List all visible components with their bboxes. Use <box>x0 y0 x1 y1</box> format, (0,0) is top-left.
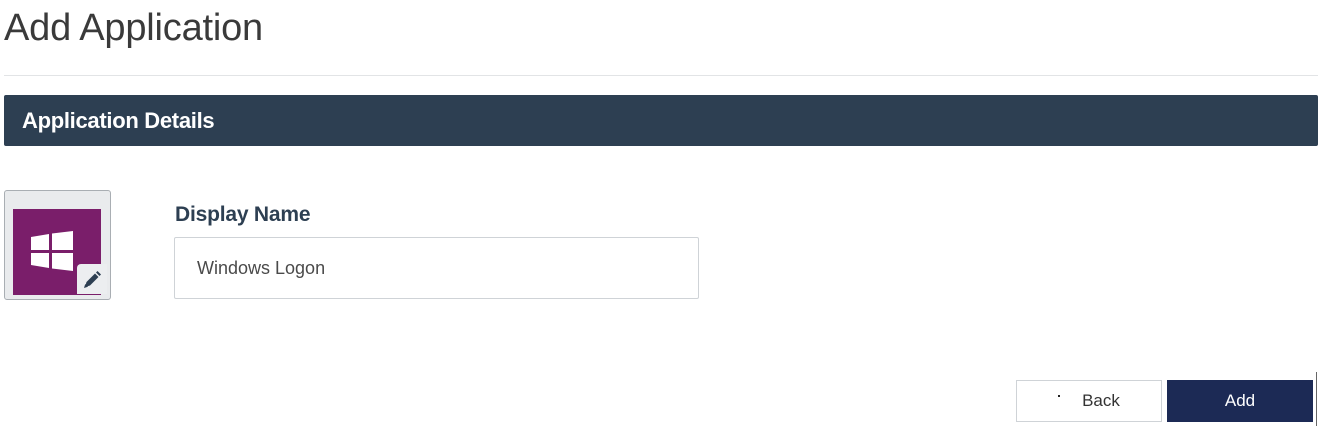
add-button[interactable]: Add <box>1167 380 1313 422</box>
section-title: Application Details <box>22 107 215 133</box>
display-name-label: Display Name <box>175 203 311 226</box>
app-icon-picker[interactable] <box>4 190 111 300</box>
edit-icon-button[interactable] <box>77 264 107 294</box>
windows-logo-icon <box>31 231 73 271</box>
edge-divider <box>1316 372 1317 426</box>
pencil-icon <box>84 271 101 288</box>
display-name-input[interactable] <box>174 237 699 299</box>
back-button-label: Back <box>1082 391 1120 410</box>
page-title: Add Application <box>4 7 263 49</box>
section-header: Application Details <box>4 95 1318 146</box>
add-button-label: Add <box>1224 391 1256 410</box>
add-application-page: Add Application Application Details Disp… <box>0 0 1325 446</box>
title-divider <box>4 75 1318 76</box>
back-button[interactable]: Back <box>1016 380 1162 422</box>
back-dot <box>1058 395 1061 397</box>
